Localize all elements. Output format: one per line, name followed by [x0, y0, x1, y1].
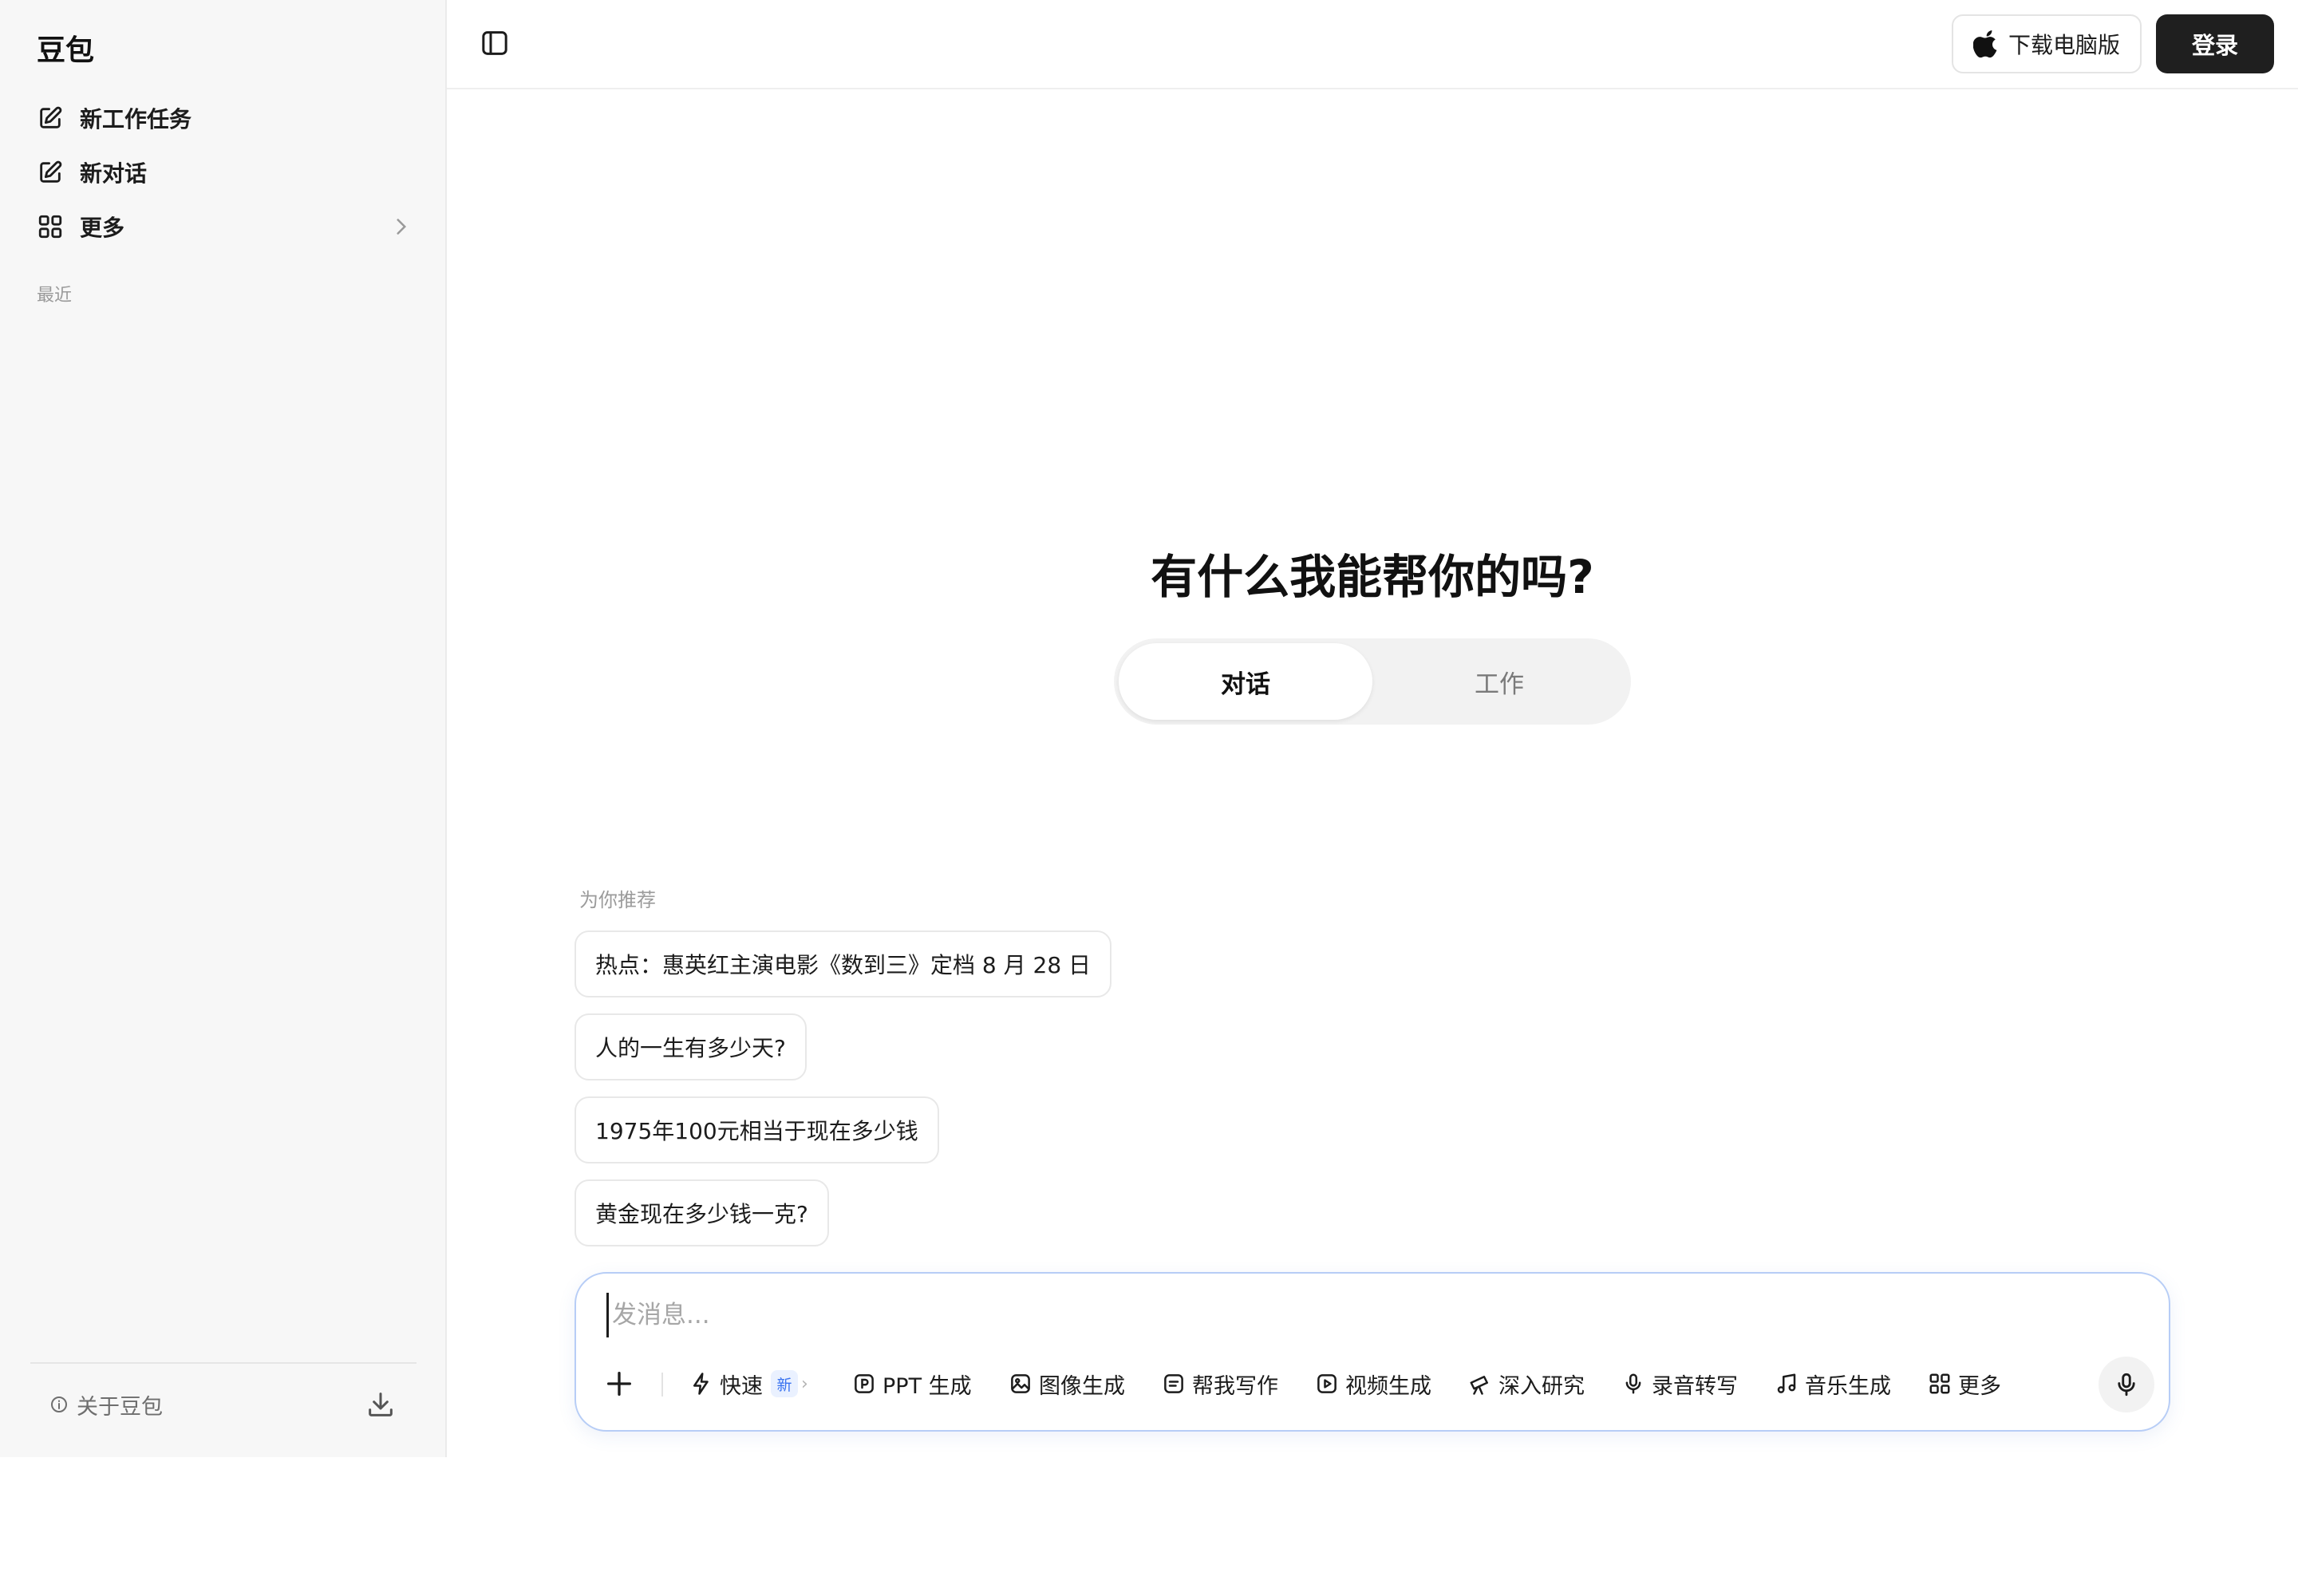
info-icon: [49, 1395, 69, 1414]
sidebar-item-label: 更多: [80, 215, 125, 241]
tool-video[interactable]: 视频生成: [1315, 1366, 1431, 1401]
tool-label: 更多: [1958, 1373, 2001, 1399]
tool-label: 视频生成: [1345, 1373, 1431, 1399]
toolbar-divider: [661, 1373, 663, 1396]
about-label: 关于豆包: [77, 1394, 163, 1420]
video-icon: [1315, 1372, 1339, 1396]
sidebar-toggle-icon[interactable]: [479, 27, 511, 59]
tool-image[interactable]: 图像生成: [1009, 1366, 1125, 1401]
login-button[interactable]: 登录: [2156, 14, 2274, 73]
message-composer: 快速 新 › PPT 生成 图像生成 帮我写作 视频生成: [574, 1272, 2170, 1432]
image-icon: [1009, 1372, 1033, 1396]
recommend-label: 为你推荐: [579, 889, 656, 911]
grid-icon: [37, 213, 64, 240]
about-link[interactable]: 关于豆包: [49, 1387, 163, 1422]
download-desktop-button[interactable]: 下载电脑版: [1952, 14, 2142, 73]
ppt-icon: [852, 1372, 876, 1396]
tool-write[interactable]: 帮我写作: [1162, 1366, 1278, 1401]
mic-icon: [1621, 1372, 1645, 1396]
write-icon: [1162, 1372, 1186, 1396]
tool-quick[interactable]: 快速 新 ›: [689, 1366, 808, 1401]
tool-label: 音乐生成: [1805, 1373, 1891, 1399]
voice-input-button[interactable]: [2099, 1357, 2154, 1412]
tool-label: 图像生成: [1039, 1373, 1125, 1399]
grid-icon: [1928, 1372, 1952, 1396]
tool-label: 快速: [720, 1373, 763, 1399]
tool-transcribe[interactable]: 录音转写: [1621, 1366, 1738, 1401]
apple-icon: [1972, 29, 2000, 59]
download-desktop-label: 下载电脑版: [2008, 32, 2120, 58]
download-icon[interactable]: [365, 1389, 397, 1420]
sidebar-item-label: 新对话: [80, 160, 148, 187]
sidebar: 豆包 新工作任务 新对话 更多 最近 关于豆包: [0, 0, 447, 1457]
new-badge: 新: [771, 1370, 798, 1397]
message-input[interactable]: [606, 1293, 2122, 1337]
tool-label: PPT 生成: [882, 1373, 972, 1399]
recommendation-chip[interactable]: 黄金现在多少钱一克?: [574, 1179, 829, 1246]
telescope-icon: [1468, 1372, 1492, 1396]
tool-more[interactable]: 更多: [1928, 1366, 2001, 1401]
music-icon: [1775, 1372, 1799, 1396]
page-title: 有什么我能帮你的吗?: [1151, 550, 1594, 604]
recommendation-chip[interactable]: 人的一生有多少天?: [574, 1013, 807, 1080]
recommendation-chip[interactable]: 热点：惠英红主演电影《数到三》定档 8 月 28 日: [574, 930, 1112, 998]
mic-icon: [2113, 1371, 2140, 1398]
sidebar-item-new-chat[interactable]: 新对话: [32, 148, 415, 196]
recent-section-label: 最近: [37, 286, 73, 306]
plus-icon[interactable]: [603, 1368, 635, 1400]
tab-chat[interactable]: 对话: [1119, 643, 1372, 720]
tab-work[interactable]: 工作: [1372, 643, 1626, 720]
chevron-right-icon: ›: [801, 1373, 808, 1394]
sidebar-item-label: 新工作任务: [80, 106, 192, 132]
chevron-right-icon: [388, 213, 415, 240]
tool-label: 录音转写: [1652, 1373, 1738, 1399]
lightning-icon: [689, 1372, 713, 1396]
brand-title: 豆包: [37, 34, 95, 67]
sidebar-item-more[interactable]: 更多: [32, 203, 415, 251]
app-root: 豆包 新工作任务 新对话 更多 最近 关于豆包 下载电脑版 登录 有什么我能帮你…: [0, 0, 2298, 1596]
tool-label: 深入研究: [1498, 1373, 1585, 1399]
edit-icon: [37, 159, 64, 186]
sidebar-divider: [30, 1362, 417, 1364]
tool-ppt[interactable]: PPT 生成: [852, 1366, 972, 1401]
mode-switch: 对话 工作: [1114, 638, 1631, 725]
top-bar: 下载电脑版 登录: [447, 0, 2298, 89]
tool-label: 帮我写作: [1192, 1373, 1278, 1399]
edit-icon: [37, 105, 64, 132]
sidebar-item-new-work-task[interactable]: 新工作任务: [32, 94, 415, 142]
recommendation-chip[interactable]: 1975年100元相当于现在多少钱: [574, 1096, 939, 1163]
tool-music[interactable]: 音乐生成: [1775, 1366, 1891, 1401]
tool-research[interactable]: 深入研究: [1468, 1366, 1585, 1401]
